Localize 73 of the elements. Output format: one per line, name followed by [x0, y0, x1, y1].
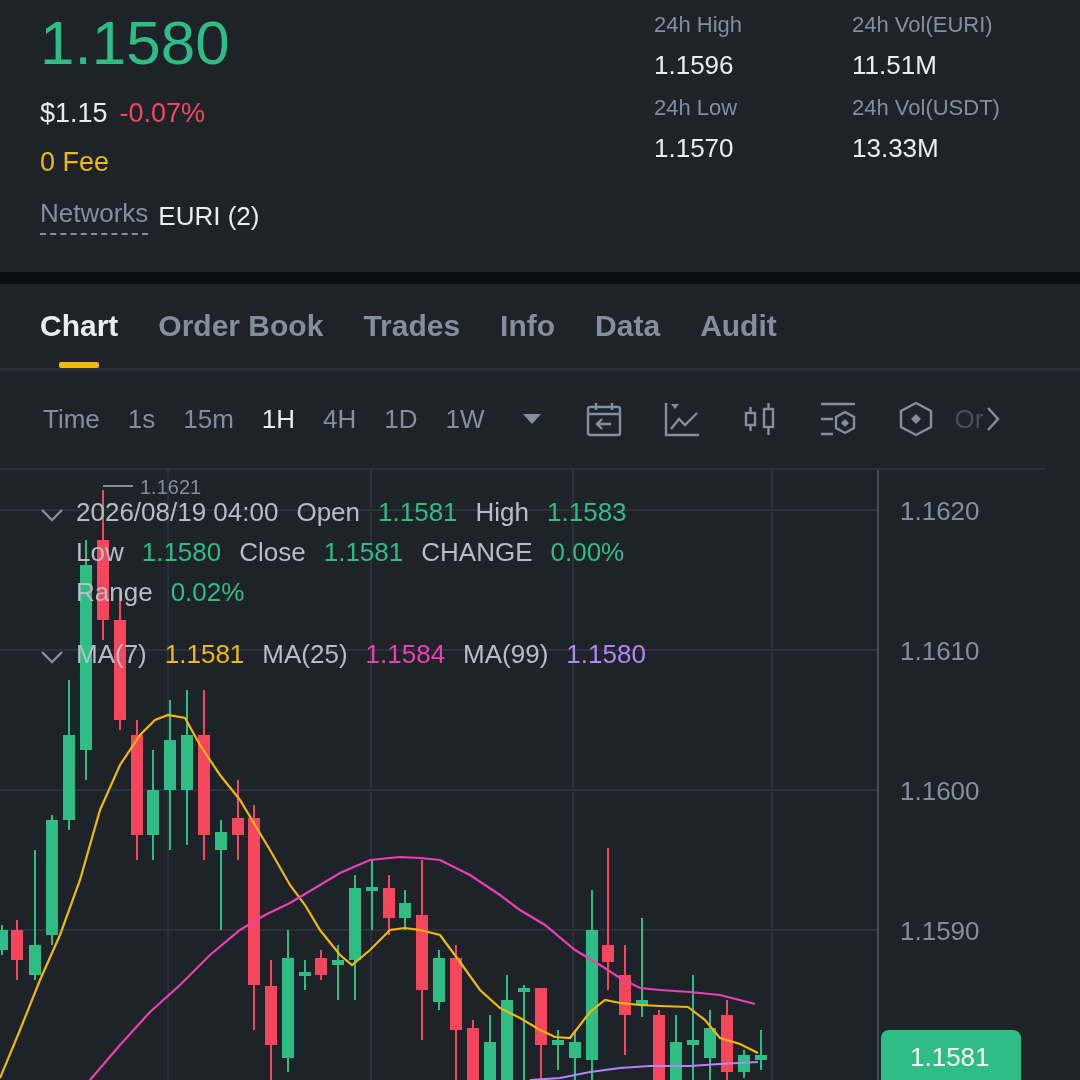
max-price-label: 1.1621: [140, 476, 202, 498]
interval-button[interactable]: Time: [43, 403, 100, 435]
tab[interactable]: Chart: [40, 284, 119, 368]
candlestick: [552, 1029, 564, 1071]
stat-label: 24h Vol(EURI): [852, 12, 994, 38]
stat-label: 24h High: [654, 12, 744, 38]
last-price: 1.1580: [40, 8, 231, 78]
ma-value: 1.1581: [164, 638, 245, 670]
legend-label: Open: [296, 496, 361, 528]
candlestick: [0, 924, 8, 956]
interval-button[interactable]: 15m: [183, 403, 234, 435]
candlestick: [704, 1009, 716, 1080]
candlestick: [315, 949, 327, 981]
y-axis-label: 1.1600: [900, 776, 980, 806]
line-chart-icon[interactable]: [662, 401, 701, 437]
candlestick: [467, 1019, 479, 1080]
legend-value: 1.1581: [323, 536, 404, 568]
interval-button[interactable]: 1D: [384, 403, 418, 435]
networks-value: EURI (2): [158, 200, 260, 232]
candlestick: [383, 874, 395, 936]
y-axis-label: 1.1590: [900, 916, 980, 946]
y-axis-label: 1.1620: [900, 496, 980, 526]
legend-label: CHANGE: [421, 536, 533, 568]
tab[interactable]: Audit: [700, 284, 777, 368]
candlestick: [11, 919, 23, 981]
tab[interactable]: Data: [595, 284, 661, 368]
max-marker-line: [102, 485, 134, 487]
ma-value: 1.1584: [365, 638, 446, 670]
stat-value: 13.33M: [852, 133, 940, 164]
stat-value: 1.1570: [654, 133, 735, 164]
candlestick: [653, 1009, 665, 1080]
interval-button[interactable]: 1H: [261, 403, 296, 435]
tab[interactable]: Info: [500, 284, 556, 368]
candlestick: [738, 1049, 750, 1079]
legend-value: 1.1581: [378, 496, 458, 528]
tab[interactable]: Trades: [363, 284, 461, 368]
ma-label: MA(99): [463, 638, 549, 670]
usd-price: $1.15: [40, 98, 108, 129]
legend-label: Close: [239, 536, 306, 568]
price-change: -0.07%: [119, 98, 206, 129]
legend-value: 1.1580: [141, 536, 222, 568]
collapse-chevron-icon[interactable]: [40, 508, 64, 522]
interval-button[interactable]: 1W: [445, 403, 485, 435]
stat-label: 24h Vol(USDT): [852, 95, 1001, 121]
indicator-settings-icon[interactable]: [818, 401, 857, 437]
candlestick: [755, 1029, 767, 1071]
current-price-tag: 1.1581: [881, 1030, 1021, 1080]
candlestick: [670, 1014, 682, 1080]
candlestick: [484, 1014, 496, 1080]
ma-label: MA(25): [262, 638, 348, 670]
stat-value: 1.1596: [654, 50, 735, 81]
legend-label: High: [475, 496, 530, 528]
legend-value: 0.02%: [170, 576, 245, 608]
candlestick: [433, 949, 445, 1011]
legend-value: 0.00%: [550, 536, 625, 568]
interval-button[interactable]: 1s: [127, 403, 156, 435]
interval-button[interactable]: 4H: [323, 403, 357, 435]
candlestick: [399, 889, 411, 931]
candlestick: [366, 859, 378, 931]
fee-label: 0 Fee: [40, 147, 111, 178]
collapse-chevron-icon[interactable]: [40, 650, 64, 664]
legend-value: 1.1583: [547, 496, 627, 528]
scroll-right-icon[interactable]: [985, 406, 1000, 432]
candlestick: [299, 959, 311, 991]
calendar-icon[interactable]: [584, 401, 623, 437]
stat-label: 24h Low: [654, 95, 739, 121]
candlestick: [332, 944, 344, 1001]
y-axis-label: 1.1610: [900, 636, 980, 666]
stat-value: 11.51M: [852, 50, 938, 81]
tab[interactable]: Order Book: [158, 284, 324, 368]
caret-icon[interactable]: [522, 414, 541, 424]
ma-value: 1.1580: [566, 638, 646, 670]
networks-link[interactable]: Networks: [40, 198, 149, 235]
